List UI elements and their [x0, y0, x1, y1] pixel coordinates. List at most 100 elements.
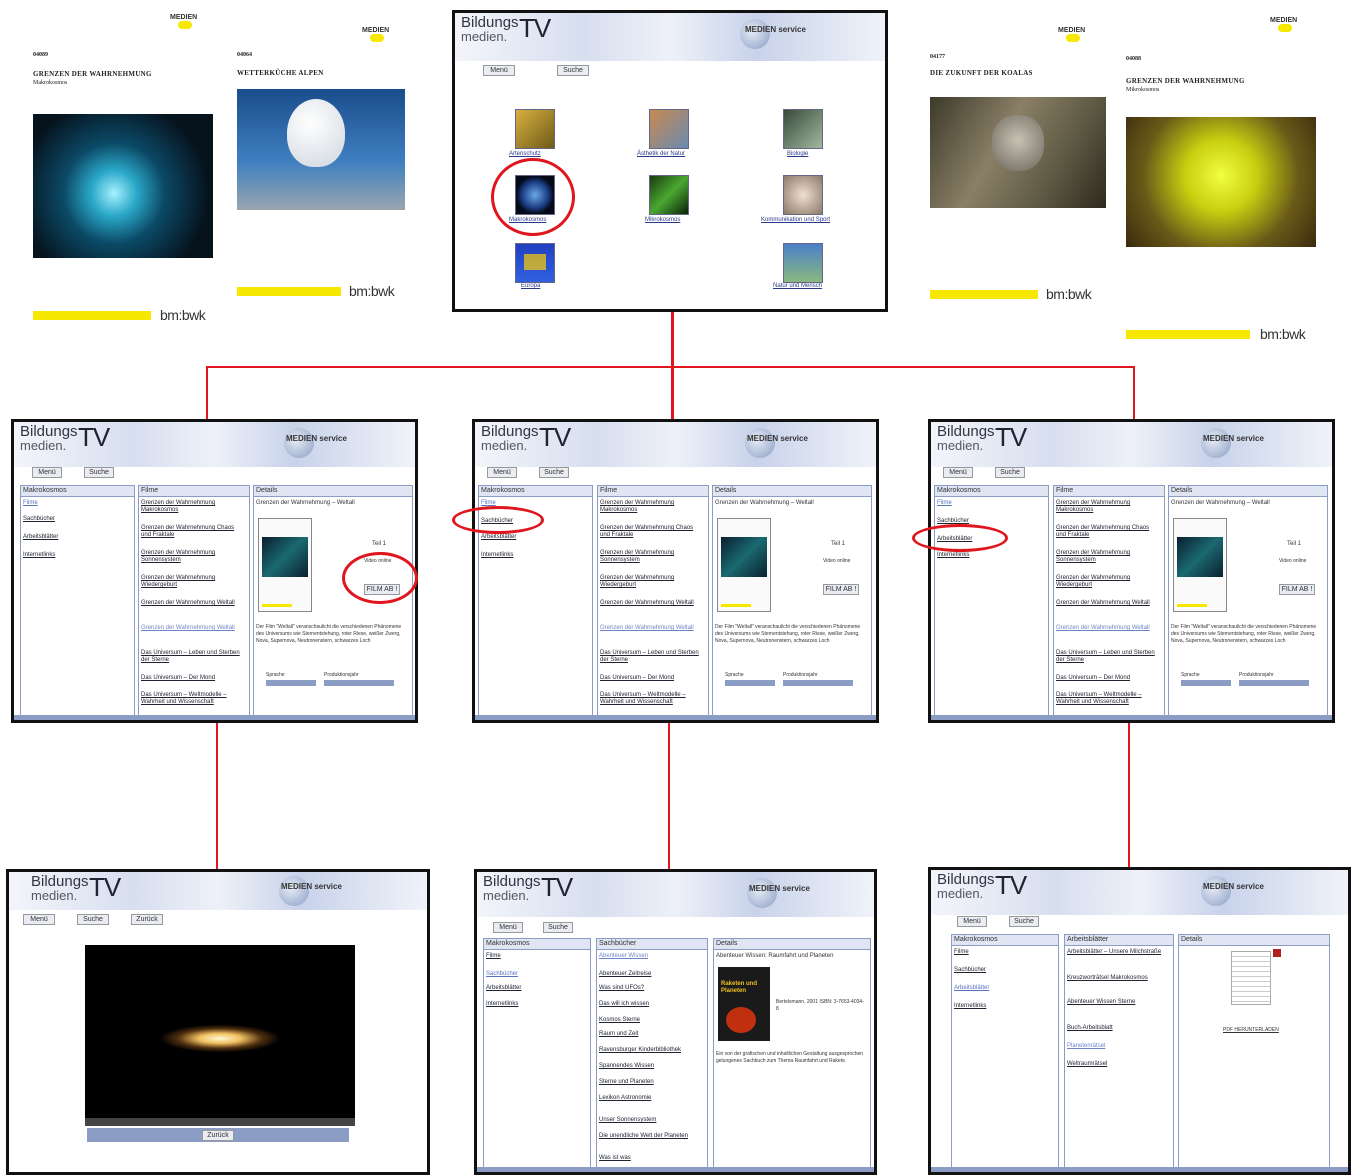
book-link[interactable]: Das will ich wissen	[599, 1001, 699, 1008]
film-link[interactable]: Grenzen der Wahrnehmung Makrokosmos	[141, 500, 241, 514]
menu-button[interactable]: Menü	[32, 467, 62, 478]
book-link[interactable]: Spannendes Wissen	[599, 1063, 699, 1070]
side-item-internetlinks[interactable]: Internetlinks	[954, 1003, 986, 1009]
column-header: Details	[713, 486, 871, 497]
film-link[interactable]: Grenzen der Wahrnehmung Weltall	[1056, 600, 1156, 607]
side-item-internetlinks[interactable]: Internetlinks	[23, 552, 55, 558]
natur-mensch-tile[interactable]	[783, 243, 823, 283]
film-link[interactable]: Grenzen der Wahrnehmung Makrokosmos	[600, 500, 700, 514]
menu-button[interactable]: Menü	[23, 914, 55, 925]
side-item-filme[interactable]: Filme	[486, 953, 501, 959]
film-link[interactable]: Das Universum – Weltmodelle – Wahrheit u…	[1056, 692, 1156, 706]
aesthetik-tile[interactable]	[649, 109, 689, 149]
tile-label[interactable]: Artenschutz	[509, 151, 541, 157]
film-link-active[interactable]: Grenzen der Wahrnehmung Weltall	[1056, 625, 1156, 632]
tile-label[interactable]: Biologie	[787, 151, 808, 157]
film-link[interactable]: Grenzen der Wahrnehmung Sonnensystem	[600, 550, 700, 564]
film-link[interactable]: Das Universum – Der Mond	[1056, 675, 1156, 682]
side-item-filme[interactable]: Filme	[954, 949, 969, 955]
film-link[interactable]: Das Universum – Leben und Sterben der St…	[600, 650, 700, 664]
book-link[interactable]: Ravensburger Kinderbibliothek	[599, 1047, 699, 1054]
side-item-arbeitsblaetter[interactable]: Arbeitsblätter	[23, 534, 58, 540]
book-link[interactable]: Die unendliche Welt der Planeten	[599, 1133, 699, 1140]
menu-button[interactable]: Menü	[493, 922, 523, 933]
film-link-active[interactable]: Grenzen der Wahrnehmung Weltall	[141, 625, 241, 632]
film-link[interactable]: Grenzen der Wahrnehmung Chaos und Frakta…	[1056, 525, 1156, 539]
film-link[interactable]: Grenzen der Wahrnehmung Chaos und Frakta…	[600, 525, 700, 539]
menu-button[interactable]: Menü	[943, 467, 973, 478]
film-link[interactable]: Das Universum – Weltmodelle – Wahrheit u…	[600, 692, 700, 706]
film-ab-button[interactable]: FILM AB !	[1279, 584, 1315, 595]
book-link[interactable]: Abenteuer Wissen	[599, 953, 699, 960]
film-link[interactable]: Das Universum – Weltmodelle – Wahrheit u…	[141, 692, 241, 706]
book-link[interactable]: Was ist was	[599, 1155, 699, 1162]
mikrokosmos-tile[interactable]	[649, 175, 689, 215]
side-item-arbeitsblaetter[interactable]: Arbeitsblätter	[481, 534, 516, 540]
tile-label[interactable]: Europa	[521, 283, 540, 289]
film-link[interactable]: Das Universum – Der Mond	[600, 675, 700, 682]
tile-label[interactable]: Natur und Mensch	[773, 283, 822, 289]
worksheet-link[interactable]: Arbeitsblätter – Unsere Milchstraße	[1067, 949, 1167, 956]
kommunikation-tile[interactable]	[783, 175, 823, 215]
menu-button[interactable]: Menü	[957, 916, 987, 927]
film-link[interactable]: Grenzen der Wahrnehmung Sonnensystem	[1056, 550, 1156, 564]
search-button[interactable]: Suche	[84, 467, 114, 478]
film-link[interactable]: Grenzen der Wahrnehmung Weltall	[600, 600, 700, 607]
book-link[interactable]: Was sind UFOs?	[599, 985, 699, 992]
search-button[interactable]: Suche	[995, 467, 1025, 478]
pdf-icon[interactable]	[1273, 949, 1281, 957]
search-button[interactable]: Suche	[543, 922, 573, 933]
tile-label[interactable]: Kommunikation und Sport	[761, 217, 830, 223]
worksheet-link[interactable]: Planetenrätsel	[1067, 1043, 1167, 1050]
europa-tile[interactable]	[515, 243, 555, 283]
film-link[interactable]: Grenzen der Wahrnehmung Sonnensystem	[141, 550, 241, 564]
side-item-internetlinks[interactable]: Internetlinks	[937, 552, 969, 558]
side-item-filme[interactable]: Filme	[937, 500, 952, 506]
worksheet-link[interactable]: Weltraumrätsel	[1067, 1061, 1167, 1068]
search-button[interactable]: Suche	[1009, 916, 1039, 927]
book-link[interactable]: Sterne und Planeten	[599, 1079, 699, 1086]
back-button[interactable]: Zurück	[202, 1130, 234, 1141]
tile-label[interactable]: Mikrokosmos	[645, 217, 680, 223]
biologie-tile[interactable]	[783, 109, 823, 149]
book-link[interactable]: Kosmos Sterne	[599, 1017, 699, 1024]
side-item-sachbuecher[interactable]: Sachbücher	[954, 967, 986, 973]
menu-button[interactable]: Menü	[487, 467, 517, 478]
side-item-arbeitsblaetter[interactable]: Arbeitsblätter	[486, 985, 521, 991]
pdf-download-button[interactable]: PDF HERUNTERLADEN	[1223, 1027, 1279, 1033]
film-link[interactable]: Grenzen der Wahrnehmung Makrokosmos	[1056, 500, 1156, 514]
film-link[interactable]: Grenzen der Wahrnehmung Wiedergeburt	[141, 575, 241, 589]
worksheet-link[interactable]: Kreuzworträtsel Makrokosmos	[1067, 975, 1167, 982]
film-link[interactable]: Das Universum – Leben und Sterben der St…	[1056, 650, 1156, 664]
side-item-internetlinks[interactable]: Internetlinks	[481, 552, 513, 558]
side-item-sachbuecher[interactable]: Sachbücher	[486, 971, 518, 977]
search-button[interactable]: Suche	[539, 467, 569, 478]
video-progress-bar[interactable]	[85, 1118, 355, 1126]
menu-button[interactable]: Menü	[483, 65, 515, 76]
film-ab-button[interactable]: FILM AB !	[823, 584, 859, 595]
back-button[interactable]: Zurück	[131, 914, 163, 925]
search-button[interactable]: Suche	[77, 914, 109, 925]
tile-label[interactable]: Ästhetik der Natur	[637, 151, 685, 157]
film-link[interactable]: Grenzen der Wahrnehmung Weltall	[141, 600, 241, 607]
worksheet-link[interactable]: Abenteuer Wissen Sterne	[1067, 999, 1167, 1006]
artenschutz-tile[interactable]	[515, 109, 555, 149]
side-item-internetlinks[interactable]: Internetlinks	[486, 1001, 518, 1007]
film-link[interactable]: Grenzen der Wahrnehmung Chaos und Frakta…	[141, 525, 241, 539]
film-link-active[interactable]: Grenzen der Wahrnehmung Weltall	[600, 625, 700, 632]
side-item-filme[interactable]: Filme	[23, 500, 38, 506]
book-link[interactable]: Unser Sonnensystem	[599, 1117, 699, 1124]
film-link[interactable]: Das Universum – Der Mond	[141, 675, 241, 682]
book-link[interactable]: Lexikon Astronomie	[599, 1095, 699, 1102]
footer-bar	[14, 715, 415, 720]
film-link[interactable]: Das Universum – Leben und Sterben der St…	[141, 650, 241, 664]
worksheet-link[interactable]: Buch-Arbeitsblatt	[1067, 1025, 1167, 1032]
book-link[interactable]: Abenteuer Zeitreise	[599, 971, 699, 978]
film-link[interactable]: Grenzen der Wahrnehmung Wiedergeburt	[1056, 575, 1156, 589]
side-item-arbeitsblaetter[interactable]: Arbeitsblätter	[954, 985, 989, 991]
search-button[interactable]: Suche	[557, 65, 589, 76]
film-link[interactable]: Grenzen der Wahrnehmung Wiedergeburt	[600, 575, 700, 589]
side-item-sachbuecher[interactable]: Sachbücher	[23, 516, 55, 522]
video-frame[interactable]	[85, 945, 355, 1118]
book-link[interactable]: Raum und Zeit	[599, 1031, 699, 1038]
